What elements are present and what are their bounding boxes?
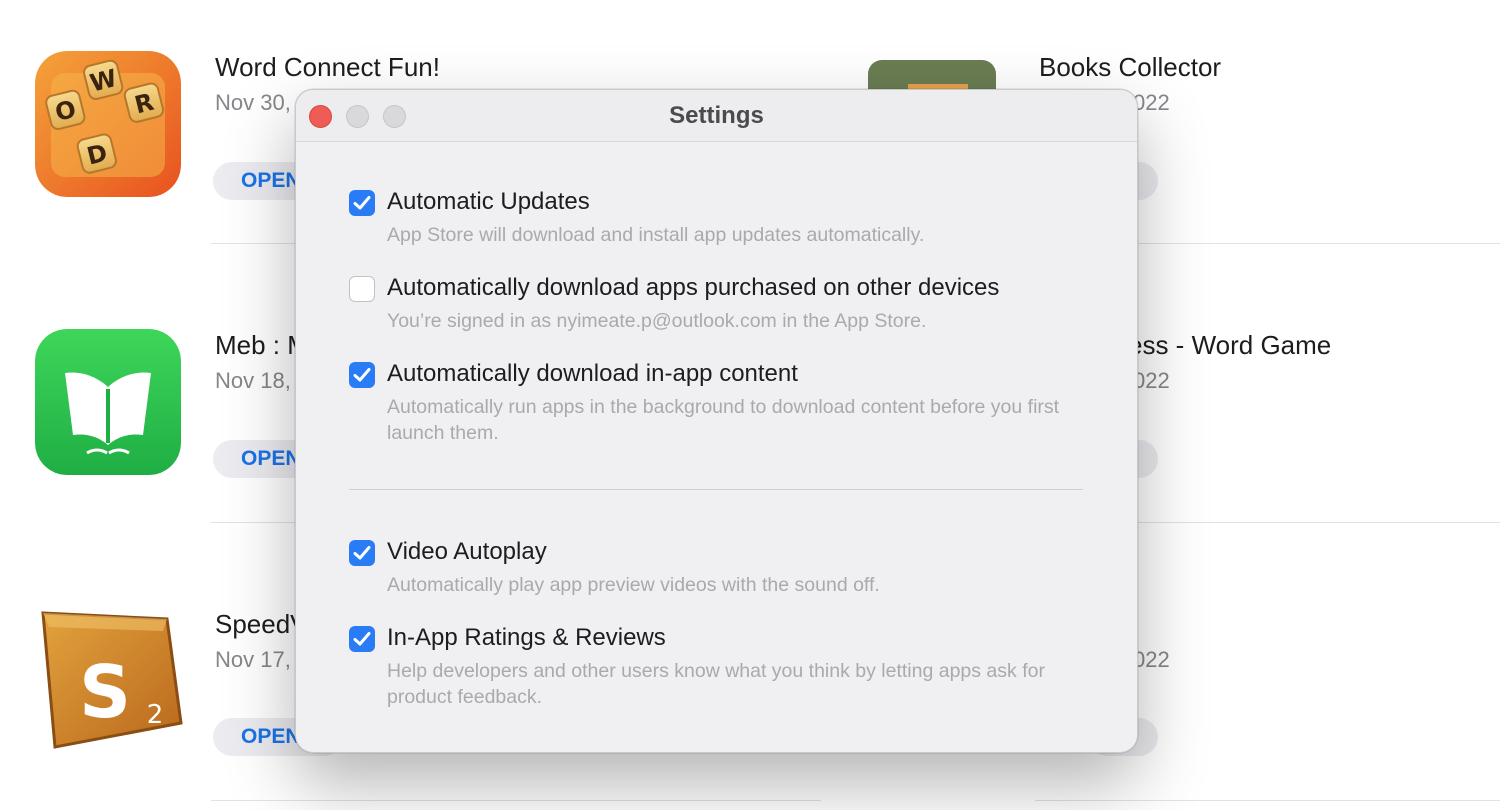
option-label[interactable]: Automatically download in-app content	[387, 360, 798, 388]
book-app-icon[interactable]	[35, 329, 181, 475]
download-purchased-checkbox[interactable]	[349, 276, 375, 302]
option-description: Automatically run apps in the background…	[387, 396, 1060, 444]
word-connect-app-icon[interactable]: O W R D	[35, 51, 181, 197]
app-date: Nov 17,	[215, 647, 291, 672]
checkmark-icon	[353, 632, 371, 646]
checkmark-icon	[353, 196, 371, 210]
option-description: Help developers and other users know wha…	[387, 660, 1045, 708]
app-date: Nov 30,	[215, 90, 291, 115]
option-label[interactable]: Automatically download apps purchased on…	[387, 274, 999, 302]
ratings-reviews-checkbox[interactable]	[349, 626, 375, 652]
dialog-title: Settings	[669, 102, 764, 129]
speed-letter: S	[79, 650, 131, 734]
option-label[interactable]: In-App Ratings & Reviews	[387, 624, 666, 652]
row-divider	[1035, 800, 1500, 801]
app-title[interactable]: SpeedV	[215, 609, 308, 640]
app-title[interactable]: Books Collector	[1039, 52, 1221, 83]
app-title[interactable]: ess - Word Game	[1128, 330, 1331, 361]
app-date: 022	[1133, 647, 1170, 672]
section-divider	[349, 489, 1083, 490]
settings-dialog: Settings Automatic Updates App Store wil…	[295, 89, 1138, 753]
option-label[interactable]: Video Autoplay	[387, 538, 547, 566]
app-date: 022	[1133, 90, 1170, 115]
checkmark-icon	[353, 546, 371, 560]
option-description: You’re signed in as nyimeate.p@outlook.c…	[387, 310, 927, 332]
row-divider	[211, 800, 821, 801]
option-description: Automatically play app preview videos wi…	[387, 574, 880, 596]
video-autoplay-checkbox[interactable]	[349, 540, 375, 566]
automatic-updates-checkbox[interactable]	[349, 190, 375, 216]
speed-subscript: 2	[147, 700, 164, 730]
app-date: 022	[1133, 368, 1170, 393]
app-title[interactable]: Word Connect Fun!	[215, 52, 440, 83]
speed-app-icon[interactable]: S 2	[35, 605, 183, 751]
title-bar[interactable]: Settings	[296, 90, 1137, 142]
option-description: App Store will download and install app …	[387, 224, 925, 246]
app-date: Nov 18,	[215, 368, 291, 393]
checkmark-icon	[353, 368, 371, 382]
in-app-content-checkbox[interactable]	[349, 362, 375, 388]
option-label[interactable]: Automatic Updates	[387, 188, 590, 216]
